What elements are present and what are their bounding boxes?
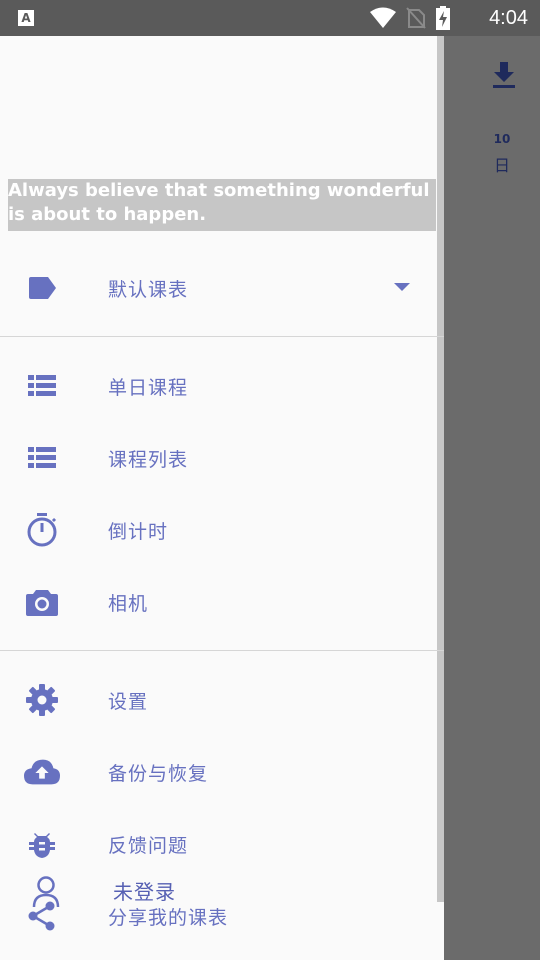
menu-item-label: 反馈问题 bbox=[108, 834, 189, 857]
header-quote: Always believe that something wonderful … bbox=[8, 179, 436, 231]
menu-item-label: 备份与恢复 bbox=[108, 762, 209, 785]
download-icon[interactable] bbox=[490, 60, 518, 90]
timer-icon bbox=[24, 512, 60, 548]
bug-icon bbox=[24, 826, 60, 862]
day-name: 日 bbox=[493, 156, 510, 175]
menu-item-countdown[interactable]: 倒计时 bbox=[0, 500, 436, 560]
clock: 4:04 bbox=[489, 7, 528, 29]
schedule-selector[interactable]: 默认课表 bbox=[0, 258, 436, 318]
menu-item-single-day[interactable]: 单日课程 bbox=[0, 356, 436, 416]
menu-item-label: 倒计时 bbox=[108, 520, 169, 543]
person-icon bbox=[28, 874, 64, 910]
cloud-upload-icon bbox=[24, 754, 60, 790]
navigation-drawer: Always believe that something wonderful … bbox=[0, 36, 444, 960]
camera-icon bbox=[24, 584, 60, 620]
status-bar: A 4:04 bbox=[0, 0, 540, 36]
schedule-selector-label: 默认课表 bbox=[108, 278, 189, 301]
login-label: 未登录 bbox=[113, 880, 176, 904]
wifi-icon bbox=[370, 7, 396, 28]
menu-item-label: 单日课程 bbox=[108, 376, 189, 399]
no-sim-icon bbox=[406, 7, 426, 29]
drawer-scrollbar[interactable] bbox=[437, 36, 444, 902]
app-notification-icon: A bbox=[18, 10, 34, 26]
menu-item-course-list[interactable]: 课程列表 bbox=[0, 428, 436, 488]
menu-item-label: 相机 bbox=[108, 592, 149, 615]
menu-item-label: 课程列表 bbox=[108, 448, 189, 471]
divider bbox=[0, 650, 444, 651]
dropdown-arrow-icon bbox=[394, 283, 410, 291]
menu-item-settings[interactable]: 设置 bbox=[0, 670, 436, 730]
menu-item-backup-restore[interactable]: 备份与恢复 bbox=[0, 742, 436, 802]
label-tag-icon bbox=[24, 270, 60, 306]
menu-item-label: 设置 bbox=[108, 690, 149, 713]
menu-item-feedback[interactable]: 反馈问题 bbox=[0, 814, 436, 874]
list-icon bbox=[24, 368, 60, 404]
list-icon bbox=[24, 440, 60, 476]
login-button[interactable]: 未登录 bbox=[0, 866, 300, 918]
divider bbox=[0, 336, 444, 337]
menu-item-camera[interactable]: 相机 bbox=[0, 572, 436, 632]
day-number: 10 bbox=[493, 132, 511, 146]
gear-icon bbox=[24, 682, 60, 718]
battery-charging-icon bbox=[436, 6, 450, 30]
